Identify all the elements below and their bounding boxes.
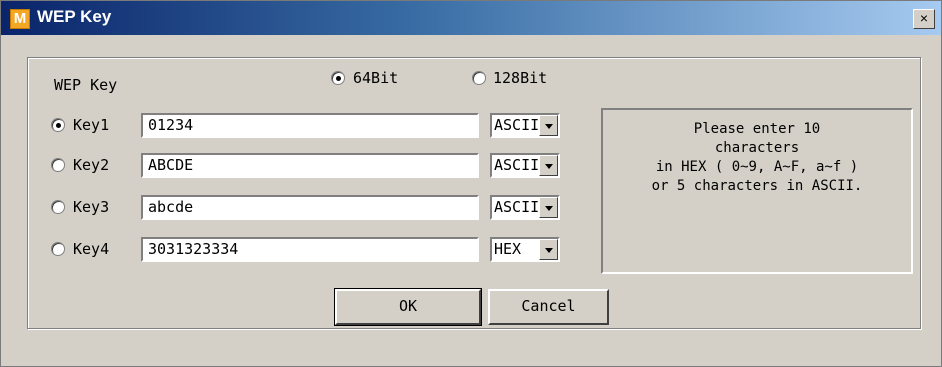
key3-input[interactable]: abcde [141, 195, 479, 220]
chevron-down-icon[interactable] [539, 239, 558, 260]
chevron-down-icon[interactable] [539, 155, 558, 176]
radio-64bit-label[interactable]: 64Bit [353, 69, 398, 87]
wep-key-label: WEP Key [54, 76, 118, 94]
key4-label[interactable]: Key4 [73, 240, 109, 258]
key2-format-value: ASCII [494, 156, 540, 174]
key1-label[interactable]: Key1 [73, 116, 109, 134]
key3-format-select[interactable]: ASCII [490, 195, 560, 220]
radio-key4[interactable] [51, 242, 65, 256]
key4-format-value: HEX [494, 240, 522, 258]
key4-input[interactable]: 3031323334 [141, 237, 479, 262]
title-bar: M WEP Key × [1, 1, 941, 35]
ok-button[interactable]: OK [334, 288, 482, 326]
close-button[interactable]: × [913, 9, 935, 29]
radio-128bit-label[interactable]: 128Bit [493, 69, 547, 87]
radio-key2[interactable] [51, 158, 65, 172]
app-icon: M [10, 9, 30, 29]
key4-format-select[interactable]: HEX [490, 237, 560, 262]
key2-label[interactable]: Key2 [73, 156, 109, 174]
window-title: WEP Key [37, 7, 112, 26]
info-panel: Please enter 10 characters in HEX ( 0~9,… [601, 108, 913, 274]
key1-format-select[interactable]: ASCII [490, 113, 560, 138]
radio-key3[interactable] [51, 200, 65, 214]
key1-format-value: ASCII [494, 116, 540, 134]
radio-key1[interactable] [51, 118, 65, 132]
key2-input[interactable]: ABCDE [141, 153, 479, 178]
wep-key-dialog: M WEP Key × WEP Key 64Bit 128Bit Key1 01… [0, 0, 942, 367]
radio-128bit[interactable] [472, 71, 486, 85]
info-line: Please enter 10 [693, 121, 821, 137]
radio-64bit[interactable] [331, 71, 345, 85]
info-line: or 5 characters in ASCII. [651, 178, 863, 194]
key2-format-select[interactable]: ASCII [490, 153, 560, 178]
chevron-down-icon[interactable] [539, 197, 558, 218]
key3-label[interactable]: Key3 [73, 198, 109, 216]
key1-input[interactable]: 01234 [141, 113, 479, 138]
info-line: characters [714, 140, 800, 156]
chevron-down-icon[interactable] [539, 115, 558, 136]
key3-format-value: ASCII [494, 198, 540, 216]
info-line: in HEX ( 0~9, A~F, a~f ) [655, 159, 859, 175]
cancel-button[interactable]: Cancel [488, 289, 609, 325]
